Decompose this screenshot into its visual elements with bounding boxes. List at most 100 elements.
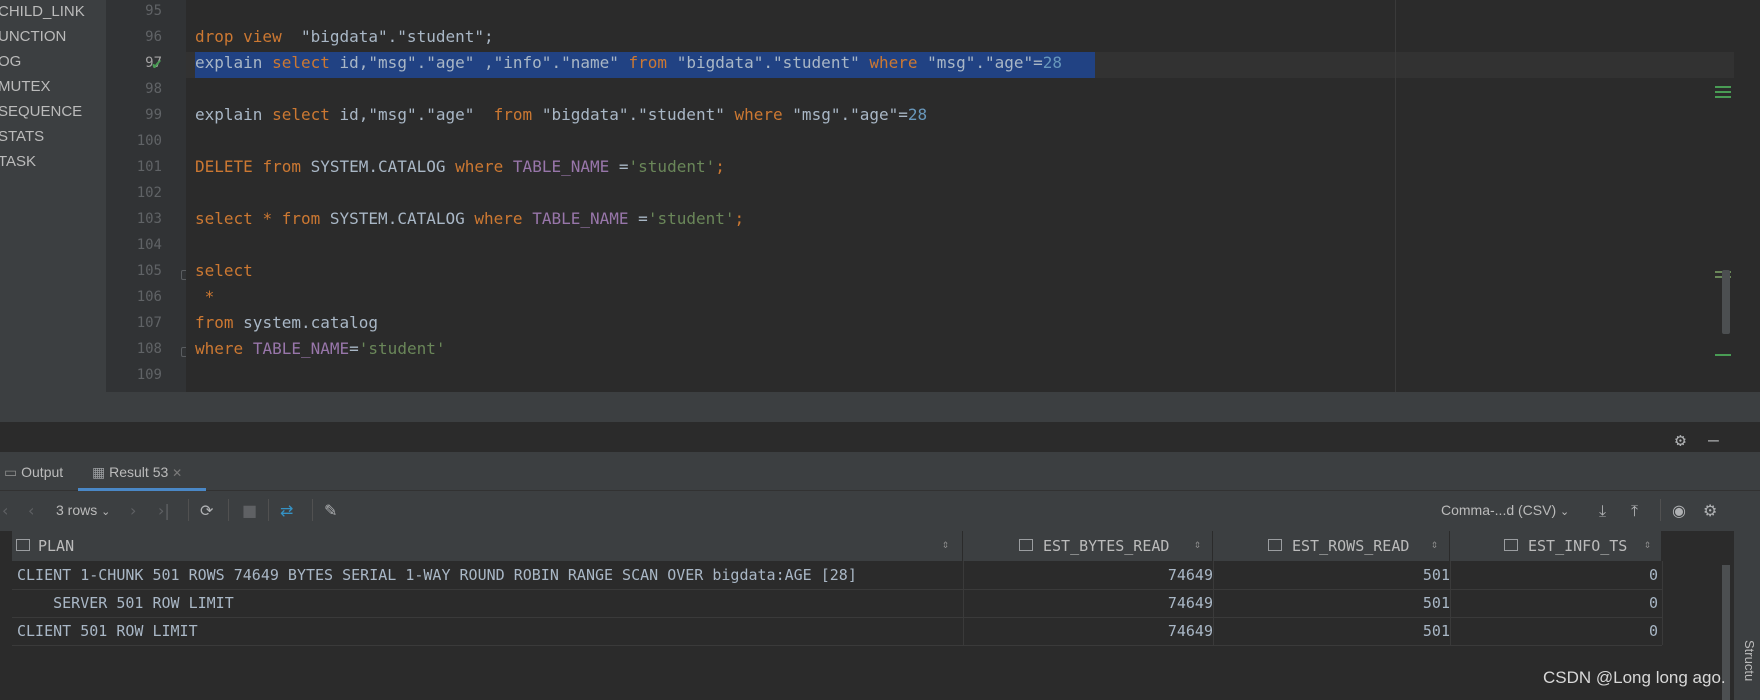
string-literal: 'student' bbox=[628, 157, 716, 176]
code-text: "bigdata"."student" bbox=[676, 53, 860, 72]
chevron-down-icon: ⌄ bbox=[1560, 506, 1570, 518]
cell-plan[interactable]: SERVER 501 ROW LIMIT bbox=[17, 594, 234, 612]
cell-plan[interactable]: CLIENT 1-CHUNK 501 ROWS 74649 BYTES SERI… bbox=[17, 566, 857, 584]
line-number: 102 bbox=[136, 185, 162, 201]
column-name: TABLE_NAME bbox=[512, 157, 610, 176]
tree-item[interactable]: SEQUENCE bbox=[0, 103, 82, 120]
sort-icon[interactable]: ⇕ bbox=[1194, 537, 1201, 551]
cell-est-info-ts[interactable]: 0 bbox=[1649, 622, 1658, 640]
tree-item[interactable]: UNCTION bbox=[0, 28, 66, 45]
line-number: 106 bbox=[136, 289, 162, 305]
structure-tool-tab[interactable]: Structu bbox=[1742, 640, 1757, 681]
refresh-icon[interactable]: ⟳ bbox=[200, 501, 213, 520]
first-page-icon[interactable]: ‹ bbox=[2, 501, 8, 520]
table-row[interactable]: CLIENT 1-CHUNK 501 ROWS 74649 BYTES SERI… bbox=[12, 561, 1662, 589]
code-line-103[interactable]: select * from SYSTEM.CATALOG where TABLE… bbox=[195, 208, 744, 230]
cell-est-rows-read[interactable]: 501 bbox=[1423, 594, 1450, 612]
minimize-icon[interactable]: — bbox=[1708, 430, 1719, 451]
code-line-101[interactable]: DELETE from SYSTEM.CATALOG where TABLE_N… bbox=[195, 156, 725, 178]
table-row[interactable]: SERVER 501 ROW LIMIT 74649 501 0 bbox=[12, 589, 1662, 617]
code-line-96[interactable]: drop view "bigdata"."student"; bbox=[195, 26, 494, 48]
keyword: explain bbox=[195, 105, 263, 124]
cell-est-info-ts[interactable]: 0 bbox=[1649, 566, 1658, 584]
rows-count-dropdown[interactable]: 3 rows ⌄ bbox=[56, 502, 110, 518]
last-page-icon[interactable]: ›| bbox=[158, 501, 170, 520]
keyword: from bbox=[493, 105, 533, 124]
previous-page-icon[interactable]: ‹ bbox=[28, 501, 34, 520]
toolbar-separator bbox=[312, 499, 313, 521]
table-icon: ▦ bbox=[92, 464, 106, 480]
keyword: where bbox=[474, 209, 523, 228]
line-number: 105 bbox=[136, 263, 162, 279]
keyword: select bbox=[272, 53, 330, 72]
next-page-icon[interactable]: › bbox=[130, 501, 136, 520]
column-name: TABLE_NAME bbox=[252, 339, 350, 358]
keyword: DELETE bbox=[195, 157, 253, 176]
column-divider bbox=[1213, 561, 1214, 645]
operator: = bbox=[618, 157, 629, 176]
column-name: TABLE_NAME bbox=[532, 209, 629, 228]
tab-output[interactable]: ▭ Output bbox=[4, 464, 63, 481]
gear-icon[interactable]: ⚙ bbox=[1703, 501, 1717, 520]
code-line-108[interactable]: where TABLE_NAME='student' bbox=[195, 338, 445, 360]
code-line-97[interactable]: explain select id,"msg"."age" ,"info"."n… bbox=[195, 52, 1062, 74]
column-header-est-bytes-read[interactable]: EST_BYTES_READ ⇕ bbox=[963, 531, 1213, 561]
tree-item[interactable]: CHILD_LINK bbox=[0, 3, 85, 20]
table-row[interactable]: CLIENT 501 ROW LIMIT 74649 501 0 bbox=[12, 617, 1662, 645]
gear-icon[interactable]: ⚙ bbox=[1675, 430, 1686, 451]
editor-scrollbar-track[interactable] bbox=[1734, 0, 1760, 392]
close-icon[interactable]: ✕ bbox=[172, 466, 182, 480]
stop-icon[interactable]: ■ bbox=[242, 501, 257, 520]
cell-est-rows-read[interactable]: 501 bbox=[1423, 622, 1450, 640]
keyword: where bbox=[869, 53, 918, 72]
column-header-label: EST_BYTES_READ bbox=[1043, 537, 1170, 555]
tree-item[interactable]: TASK bbox=[0, 153, 36, 170]
line-number: 95 bbox=[145, 3, 162, 19]
compare-icon[interactable]: ⇄ bbox=[280, 501, 293, 520]
code-text: system.catalog bbox=[243, 313, 379, 332]
string-literal: 'student' bbox=[647, 209, 735, 228]
cell-plan[interactable]: CLIENT 501 ROW LIMIT bbox=[17, 622, 198, 640]
code-line-99[interactable]: explain select id,"msg"."age" from "bigd… bbox=[195, 104, 927, 126]
code-line-106[interactable]: * bbox=[195, 286, 215, 308]
line-number: 108 bbox=[136, 341, 162, 357]
cell-est-rows-read[interactable]: 501 bbox=[1423, 566, 1450, 584]
column-divider bbox=[1662, 561, 1663, 645]
cell-est-bytes-read[interactable]: 74649 bbox=[1168, 566, 1213, 584]
code-line-105[interactable]: select bbox=[195, 260, 253, 282]
cell-est-bytes-read[interactable]: 74649 bbox=[1168, 622, 1213, 640]
operator: * bbox=[204, 287, 215, 306]
code-text: SYSTEM.CATALOG bbox=[310, 157, 446, 176]
eye-icon[interactable]: ◉ bbox=[1672, 501, 1686, 520]
results-toolbar: ‹ ‹ 3 rows ⌄ › ›| ⟳ ■ ⇄ ✎ Comma-...d (CS… bbox=[0, 491, 1760, 532]
chevron-down-icon: ⌄ bbox=[101, 506, 111, 518]
tree-item[interactable]: STATS bbox=[0, 128, 44, 145]
cell-est-info-ts[interactable]: 0 bbox=[1649, 594, 1658, 612]
code-text: id,"msg"."age" ,"info"."name" bbox=[339, 53, 619, 72]
cell-est-bytes-read[interactable]: 74649 bbox=[1168, 594, 1213, 612]
sort-icon[interactable]: ⇕ bbox=[1431, 537, 1438, 551]
upload-icon[interactable]: ⤒ bbox=[1631, 501, 1638, 521]
export-format-dropdown[interactable]: Comma-...d (CSV) ⌄ bbox=[1441, 502, 1569, 518]
tree-item[interactable]: MUTEX bbox=[0, 78, 51, 95]
column-header-est-info-ts[interactable]: EST_INFO_TS ⇕ bbox=[1450, 531, 1662, 561]
line-number: 104 bbox=[136, 237, 162, 253]
tree-item[interactable]: OG bbox=[0, 53, 21, 70]
pin-icon[interactable]: ✎ bbox=[324, 501, 337, 520]
sort-icon[interactable]: ⇕ bbox=[1644, 537, 1651, 551]
column-icon bbox=[16, 539, 30, 551]
sort-icon[interactable]: ⇕ bbox=[942, 537, 949, 551]
code-text: "bigdata"."student"; bbox=[300, 27, 494, 46]
download-icon[interactable]: ⤓ bbox=[1599, 501, 1606, 521]
column-header-est-rows-read[interactable]: EST_ROWS_READ ⇕ bbox=[1213, 531, 1450, 561]
code-text: id,"msg"."age" bbox=[339, 105, 475, 124]
tab-result[interactable]: ▦ Result 53 ✕ bbox=[92, 464, 182, 481]
column-header-plan[interactable]: PLAN ⇕ bbox=[12, 531, 963, 561]
semicolon: ; bbox=[715, 157, 725, 176]
keyword: from bbox=[281, 209, 321, 228]
editor-scrollbar-thumb[interactable] bbox=[1722, 270, 1730, 334]
code-text: "bigdata"."student" bbox=[541, 105, 725, 124]
code-line-107[interactable]: from system.catalog bbox=[195, 312, 378, 334]
keyword: where bbox=[195, 339, 244, 358]
column-header-label: PLAN bbox=[38, 537, 75, 555]
